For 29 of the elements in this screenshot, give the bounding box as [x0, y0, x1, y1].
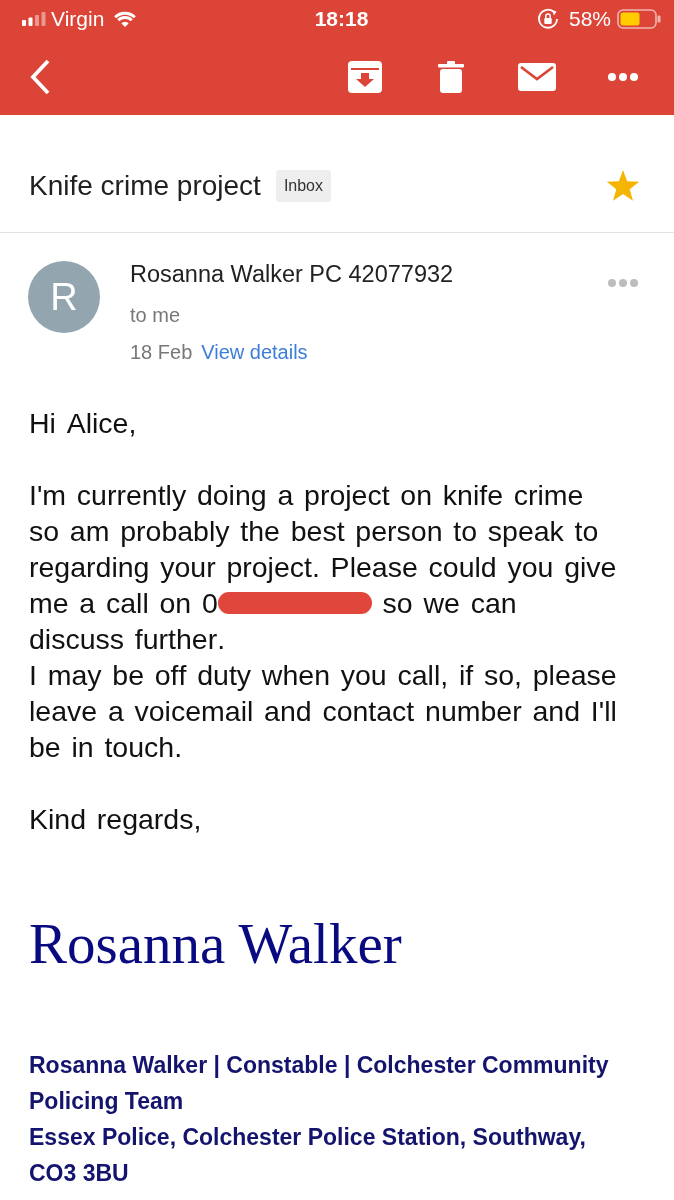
more-icon[interactable]: [608, 72, 638, 81]
avatar: R: [28, 261, 100, 333]
body-text: discuss further.: [29, 623, 226, 655]
subject-title: Knife crime project: [29, 168, 261, 203]
body-text: me a call on 0: [29, 586, 218, 621]
wifi-icon: [113, 10, 138, 28]
orientation-lock-icon: [536, 8, 559, 30]
body-text: so we can: [382, 586, 517, 621]
envelope-icon[interactable]: [518, 62, 556, 91]
signature-text: Rosanna Walker | Constable | Colchester Community Policing Team: [29, 1051, 610, 1116]
body-text: Kind regards,: [29, 803, 202, 835]
trash-icon[interactable]: [438, 60, 464, 93]
view-details-link[interactable]: View details: [201, 340, 308, 364]
back-icon[interactable]: [29, 57, 51, 96]
message-date: 18 Feb: [130, 340, 193, 364]
signature-text: Essex Police, Colchester Police Station, Southway, CO3 3BU: [29, 1123, 587, 1188]
status-time: 18:18: [314, 7, 369, 31]
label-chip[interactable]: Inbox: [275, 169, 331, 202]
recipient-text: to me: [130, 303, 182, 327]
body-text: I may be off duty when you call, if so, please leave a voicemail and contact number and I'll be in touch.: [29, 659, 617, 763]
sender-name: Rosanna Walker PC 42077932: [130, 260, 455, 288]
carrier-name: Virgin: [51, 7, 105, 31]
signature-name: Rosanna Walker: [29, 911, 402, 977]
battery-icon: [617, 9, 661, 29]
body-text: Hi Alice,: [29, 407, 137, 439]
star-icon[interactable]: [606, 170, 640, 201]
battery-percentage: 58%: [568, 7, 611, 31]
signal-icon: [22, 12, 46, 26]
archive-box-icon[interactable]: [348, 60, 382, 93]
